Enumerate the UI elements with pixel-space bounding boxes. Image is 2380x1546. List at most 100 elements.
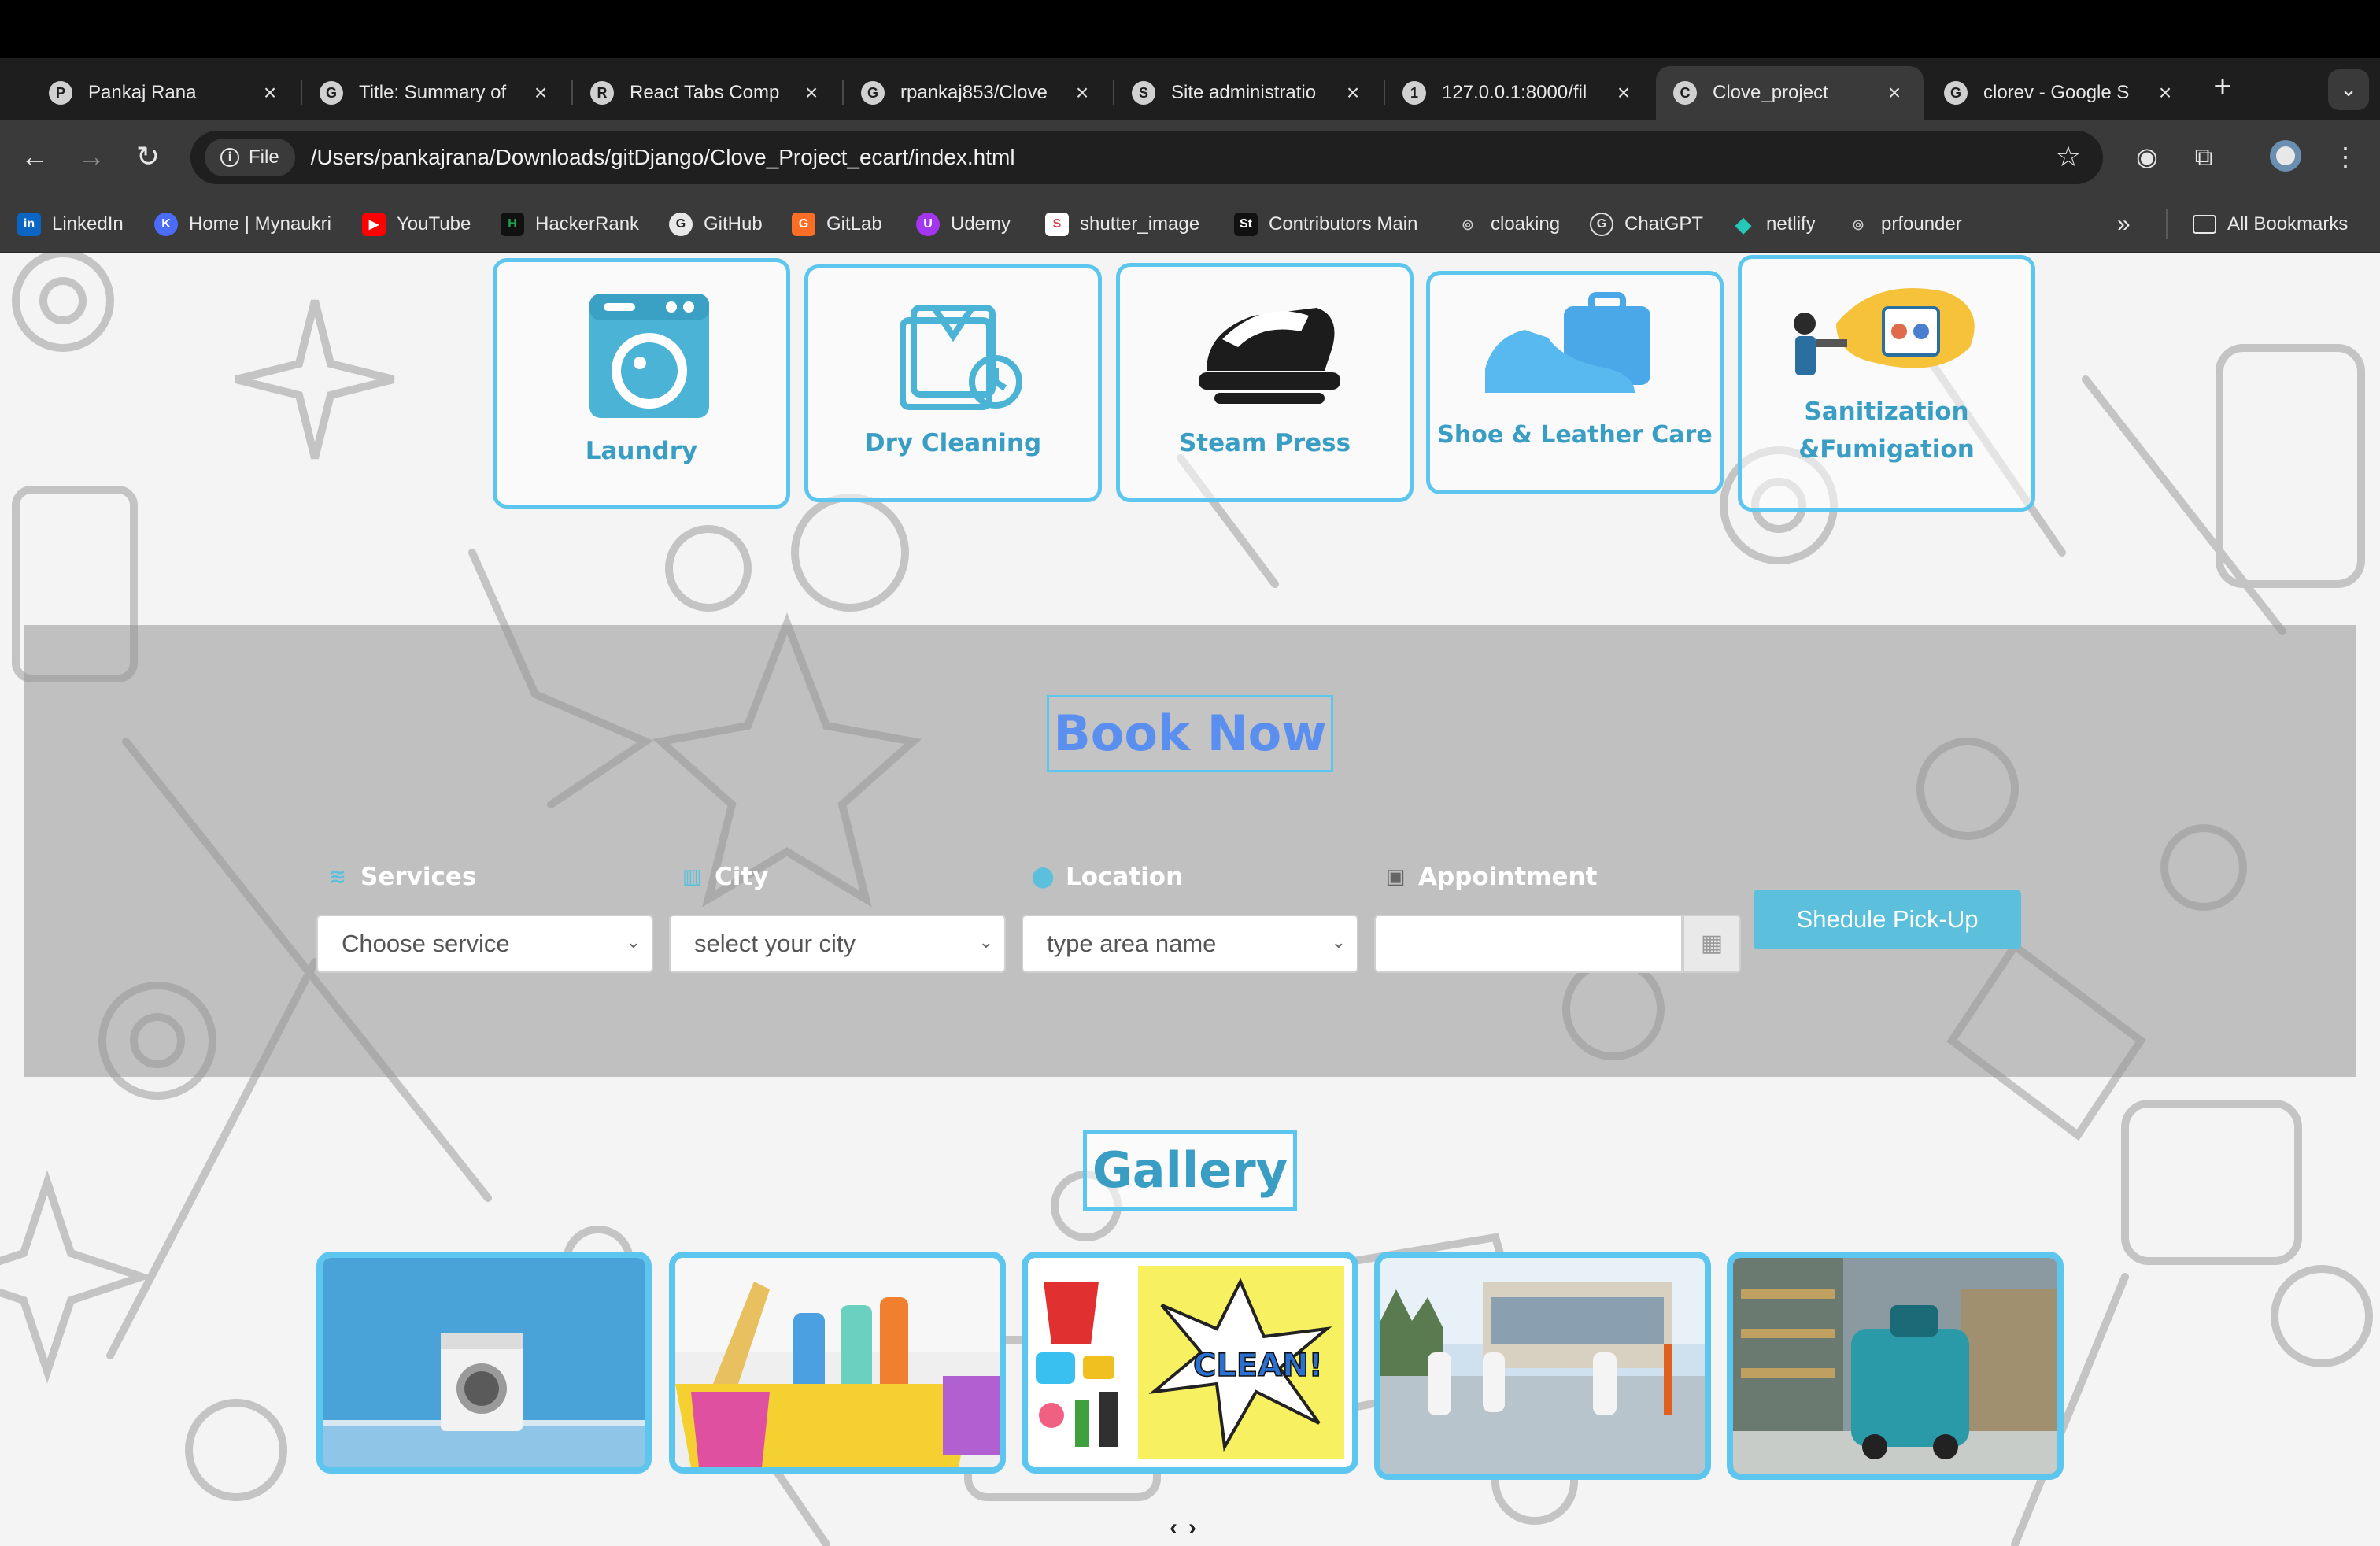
tab-summary[interactable]: G Title: Summary of × xyxy=(302,66,570,120)
extensions-icon[interactable]: ⧉ xyxy=(2185,139,2223,176)
gallery-heading: Gallery xyxy=(1083,1130,1297,1211)
bookmark-label: prfounder xyxy=(1881,213,1962,235)
bookmark-mynaukri[interactable]: K Home | Mynaukri xyxy=(154,208,331,241)
schedule-pickup-button[interactable]: Shedule Pick-Up xyxy=(1754,890,2021,949)
washing-machine-image xyxy=(323,1258,645,1467)
tab-title: React Tabs Comp xyxy=(630,82,780,103)
services-field-label: ≋ Services xyxy=(326,861,476,893)
close-icon[interactable]: × xyxy=(258,80,282,105)
globe-icon: ◎ xyxy=(1846,213,1870,236)
washing-machine-icon xyxy=(589,294,709,418)
services-select[interactable]: Choose service ⌄ xyxy=(316,915,653,973)
city-select[interactable]: select your city ⌄ xyxy=(669,915,1006,973)
washing-machine-photo[interactable] xyxy=(316,1252,652,1474)
service-card-sanitization[interactable]: Sanitization &Fumigation xyxy=(1738,255,2035,512)
booking-section xyxy=(24,625,2356,1077)
close-icon[interactable]: × xyxy=(1612,80,1635,105)
floor-scrubber-image xyxy=(1733,1258,2057,1474)
location-field-label: ⬤ Location xyxy=(1031,861,1183,893)
steam-press-icon xyxy=(1199,308,1340,404)
bookmark-udemy[interactable]: U Udemy xyxy=(916,208,1011,241)
tab-strip: P Pankaj Rana × G Title: Summary of × R … xyxy=(0,58,2380,120)
folder-icon xyxy=(2193,215,2216,234)
cleaning-supplies-photo[interactable] xyxy=(669,1252,1006,1474)
sanitization-workers-image xyxy=(1380,1258,1705,1474)
tab-google-search[interactable]: G clorev - Google S × xyxy=(1927,66,2194,120)
bookmark-star-icon[interactable]: ☆ xyxy=(2056,140,2081,173)
new-tab-button[interactable]: + xyxy=(2205,71,2240,105)
bookmark-label: shutter_image xyxy=(1080,213,1200,235)
menu-kebab-icon[interactable]: ⋮ xyxy=(2326,139,2364,176)
gitlab-icon: G xyxy=(792,213,815,236)
site-info-label: File xyxy=(249,146,279,168)
globe-icon: ◎ xyxy=(1456,213,1480,236)
bookmark-prfounder[interactable]: ◎ prfounder xyxy=(1846,208,1962,241)
close-icon[interactable]: × xyxy=(1883,80,1906,105)
google-lens-icon[interactable]: ◉ xyxy=(2128,139,2166,176)
clean-cartoon-photo[interactable]: CLEAN! xyxy=(1022,1252,1358,1474)
bookmark-cloaking[interactable]: ◎ cloaking xyxy=(1456,208,1560,241)
bookmark-linkedin[interactable]: in LinkedIn xyxy=(17,208,124,241)
field-label-text: Location xyxy=(1066,863,1184,891)
chevron-left-icon[interactable]: ‹ xyxy=(1170,1515,1188,1540)
bookmarks-overflow-button[interactable]: » xyxy=(2117,208,2131,241)
bookmark-label: Udemy xyxy=(951,213,1011,235)
location-pin-icon: ⬤ xyxy=(1031,865,1055,889)
appointment-date-input[interactable] xyxy=(1374,915,1683,973)
chevron-right-icon[interactable]: › xyxy=(1188,1515,1207,1540)
address-bar[interactable]: i File /Users/pankajrana/Downloads/gitDj… xyxy=(190,131,2103,184)
tab-favicon: S xyxy=(1132,81,1155,105)
tab-localhost[interactable]: 1 127.0.0.1:8000/fil × xyxy=(1385,66,1653,120)
bookmark-shutter-image[interactable]: S shutter_image xyxy=(1045,208,1199,241)
close-icon[interactable]: × xyxy=(1070,80,1094,105)
service-card-laundry[interactable]: Laundry xyxy=(493,258,790,509)
close-icon[interactable]: × xyxy=(1341,80,1365,105)
tab-favicon: C xyxy=(1673,81,1697,105)
tab-site-administration[interactable]: S Site administratio × xyxy=(1114,66,1382,120)
back-icon[interactable]: ← xyxy=(16,139,54,176)
bookmark-label: Contributors Main xyxy=(1269,213,1418,235)
site-info-chip[interactable]: i File xyxy=(205,139,295,176)
tab-pankaj-rana[interactable]: P Pankaj Rana × xyxy=(31,66,299,120)
info-icon: i xyxy=(220,148,239,167)
tab-title: Site administratio xyxy=(1171,82,1317,103)
hackerrank-icon: H xyxy=(501,213,524,236)
tab-favicon: G xyxy=(861,81,885,105)
service-card-shoe-leather[interactable]: Shoe & Leather Care xyxy=(1426,271,1724,494)
tab-github-clove[interactable]: G rpankaj853/Clove × xyxy=(844,66,1111,120)
bookmark-label: LinkedIn xyxy=(52,213,124,235)
forward-icon[interactable]: → xyxy=(72,139,110,176)
service-card-dry-cleaning[interactable]: Dry Cleaning xyxy=(804,264,1102,502)
bookmark-gitlab[interactable]: G GitLab xyxy=(792,208,882,241)
bookmark-netlify[interactable]: ◆ netlify xyxy=(1731,208,1816,241)
field-label-text: Appointment xyxy=(1418,863,1598,891)
bookmark-contributors-main[interactable]: St Contributors Main xyxy=(1234,208,1417,241)
tab-react-tabs[interactable]: R React Tabs Comp × xyxy=(573,66,841,120)
bookmark-chatgpt[interactable]: G ChatGPT xyxy=(1590,208,1703,241)
tab-clove-project[interactable]: C Clove_project × xyxy=(1656,66,1924,120)
city-field-label: ▥ City xyxy=(680,861,769,893)
all-bookmarks-button[interactable]: All Bookmarks xyxy=(2193,208,2348,241)
github-icon: G xyxy=(669,213,693,236)
profile-avatar-icon[interactable] xyxy=(2267,139,2304,176)
tab-search-button[interactable]: ⌄ xyxy=(2328,69,2369,110)
close-icon[interactable]: × xyxy=(800,80,823,105)
calendar-icon[interactable]: ▦ xyxy=(1683,915,1741,973)
close-icon[interactable]: × xyxy=(2153,80,2177,105)
location-select[interactable]: type area name ⌄ xyxy=(1022,915,1358,973)
floor-scrubber-photo[interactable] xyxy=(1727,1252,2064,1480)
tab-title: rpankaj853/Clove xyxy=(900,82,1048,103)
bookmark-youtube[interactable]: ▶ YouTube xyxy=(362,208,471,241)
service-card-steam-press[interactable]: Steam Press xyxy=(1116,263,1414,502)
sanitization-workers-photo[interactable] xyxy=(1374,1252,1711,1480)
all-bookmarks-label: All Bookmarks xyxy=(2227,213,2349,235)
tab-favicon: G xyxy=(1944,81,1968,105)
bookmark-github[interactable]: G GitHub xyxy=(669,208,763,241)
tab-title: 127.0.0.1:8000/fil xyxy=(1442,82,1587,103)
book-now-heading: Book Now xyxy=(1047,695,1333,772)
bookmark-hackerrank[interactable]: H HackerRank xyxy=(501,208,639,241)
system-menu-bar xyxy=(0,0,2380,58)
reload-icon[interactable]: ↻ xyxy=(129,139,167,176)
close-icon[interactable]: × xyxy=(529,80,552,105)
service-label: Dry Cleaning xyxy=(864,429,1042,457)
